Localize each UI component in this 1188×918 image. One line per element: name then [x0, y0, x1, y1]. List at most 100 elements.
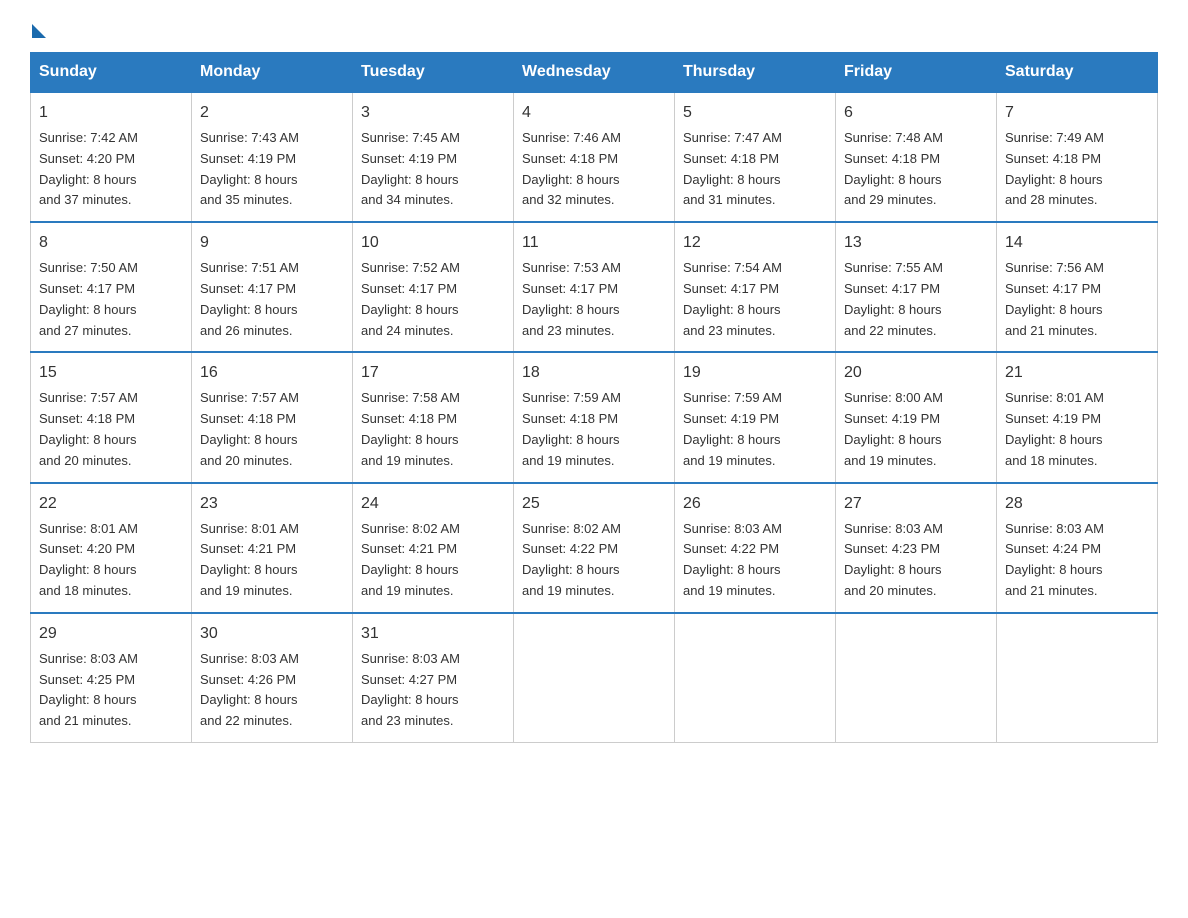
calendar-cell: 1 Sunrise: 7:42 AM Sunset: 4:20 PM Dayli…	[31, 92, 192, 222]
column-header-friday: Friday	[836, 53, 997, 93]
calendar-cell: 3 Sunrise: 7:45 AM Sunset: 4:19 PM Dayli…	[353, 92, 514, 222]
calendar-cell	[836, 613, 997, 743]
day-info: Sunrise: 7:42 AM Sunset: 4:20 PM Dayligh…	[39, 128, 183, 211]
day-number: 31	[361, 622, 505, 646]
calendar-cell: 20 Sunrise: 8:00 AM Sunset: 4:19 PM Dayl…	[836, 352, 997, 482]
day-info: Sunrise: 8:03 AM Sunset: 4:23 PM Dayligh…	[844, 519, 988, 602]
calendar-cell: 10 Sunrise: 7:52 AM Sunset: 4:17 PM Dayl…	[353, 222, 514, 352]
calendar-header-row: SundayMondayTuesdayWednesdayThursdayFrid…	[31, 53, 1158, 93]
calendar-cell	[997, 613, 1158, 743]
calendar-cell: 9 Sunrise: 7:51 AM Sunset: 4:17 PM Dayli…	[192, 222, 353, 352]
calendar-cell: 27 Sunrise: 8:03 AM Sunset: 4:23 PM Dayl…	[836, 483, 997, 613]
day-number: 3	[361, 101, 505, 125]
week-row-1: 1 Sunrise: 7:42 AM Sunset: 4:20 PM Dayli…	[31, 92, 1158, 222]
calendar-cell	[675, 613, 836, 743]
day-number: 20	[844, 361, 988, 385]
day-number: 15	[39, 361, 183, 385]
calendar-cell: 22 Sunrise: 8:01 AM Sunset: 4:20 PM Dayl…	[31, 483, 192, 613]
day-number: 13	[844, 231, 988, 255]
day-info: Sunrise: 8:03 AM Sunset: 4:25 PM Dayligh…	[39, 649, 183, 732]
day-number: 14	[1005, 231, 1149, 255]
column-header-monday: Monday	[192, 53, 353, 93]
day-number: 23	[200, 492, 344, 516]
day-number: 30	[200, 622, 344, 646]
day-number: 4	[522, 101, 666, 125]
day-info: Sunrise: 7:55 AM Sunset: 4:17 PM Dayligh…	[844, 258, 988, 341]
day-number: 1	[39, 101, 183, 125]
day-info: Sunrise: 7:54 AM Sunset: 4:17 PM Dayligh…	[683, 258, 827, 341]
calendar-cell: 16 Sunrise: 7:57 AM Sunset: 4:18 PM Dayl…	[192, 352, 353, 482]
day-info: Sunrise: 8:03 AM Sunset: 4:22 PM Dayligh…	[683, 519, 827, 602]
day-number: 21	[1005, 361, 1149, 385]
calendar-cell: 26 Sunrise: 8:03 AM Sunset: 4:22 PM Dayl…	[675, 483, 836, 613]
page-header	[30, 20, 1158, 32]
calendar-cell	[514, 613, 675, 743]
day-info: Sunrise: 8:03 AM Sunset: 4:26 PM Dayligh…	[200, 649, 344, 732]
column-header-thursday: Thursday	[675, 53, 836, 93]
week-row-2: 8 Sunrise: 7:50 AM Sunset: 4:17 PM Dayli…	[31, 222, 1158, 352]
calendar-cell: 19 Sunrise: 7:59 AM Sunset: 4:19 PM Dayl…	[675, 352, 836, 482]
day-number: 29	[39, 622, 183, 646]
calendar-cell: 8 Sunrise: 7:50 AM Sunset: 4:17 PM Dayli…	[31, 222, 192, 352]
day-info: Sunrise: 7:49 AM Sunset: 4:18 PM Dayligh…	[1005, 128, 1149, 211]
day-number: 19	[683, 361, 827, 385]
day-info: Sunrise: 7:48 AM Sunset: 4:18 PM Dayligh…	[844, 128, 988, 211]
day-number: 22	[39, 492, 183, 516]
day-number: 6	[844, 101, 988, 125]
calendar-cell: 5 Sunrise: 7:47 AM Sunset: 4:18 PM Dayli…	[675, 92, 836, 222]
calendar-cell: 6 Sunrise: 7:48 AM Sunset: 4:18 PM Dayli…	[836, 92, 997, 222]
day-number: 7	[1005, 101, 1149, 125]
calendar-cell: 15 Sunrise: 7:57 AM Sunset: 4:18 PM Dayl…	[31, 352, 192, 482]
day-info: Sunrise: 8:03 AM Sunset: 4:27 PM Dayligh…	[361, 649, 505, 732]
day-number: 17	[361, 361, 505, 385]
day-info: Sunrise: 7:59 AM Sunset: 4:19 PM Dayligh…	[683, 388, 827, 471]
calendar-cell: 24 Sunrise: 8:02 AM Sunset: 4:21 PM Dayl…	[353, 483, 514, 613]
day-number: 11	[522, 231, 666, 255]
day-info: Sunrise: 8:02 AM Sunset: 4:22 PM Dayligh…	[522, 519, 666, 602]
day-info: Sunrise: 7:43 AM Sunset: 4:19 PM Dayligh…	[200, 128, 344, 211]
week-row-4: 22 Sunrise: 8:01 AM Sunset: 4:20 PM Dayl…	[31, 483, 1158, 613]
day-number: 18	[522, 361, 666, 385]
day-info: Sunrise: 7:50 AM Sunset: 4:17 PM Dayligh…	[39, 258, 183, 341]
day-info: Sunrise: 7:57 AM Sunset: 4:18 PM Dayligh…	[200, 388, 344, 471]
calendar-cell: 11 Sunrise: 7:53 AM Sunset: 4:17 PM Dayl…	[514, 222, 675, 352]
calendar-cell: 31 Sunrise: 8:03 AM Sunset: 4:27 PM Dayl…	[353, 613, 514, 743]
day-info: Sunrise: 8:01 AM Sunset: 4:19 PM Dayligh…	[1005, 388, 1149, 471]
day-info: Sunrise: 8:03 AM Sunset: 4:24 PM Dayligh…	[1005, 519, 1149, 602]
calendar-cell: 17 Sunrise: 7:58 AM Sunset: 4:18 PM Dayl…	[353, 352, 514, 482]
day-info: Sunrise: 7:46 AM Sunset: 4:18 PM Dayligh…	[522, 128, 666, 211]
day-number: 27	[844, 492, 988, 516]
calendar-cell: 21 Sunrise: 8:01 AM Sunset: 4:19 PM Dayl…	[997, 352, 1158, 482]
calendar-cell: 7 Sunrise: 7:49 AM Sunset: 4:18 PM Dayli…	[997, 92, 1158, 222]
day-info: Sunrise: 8:01 AM Sunset: 4:21 PM Dayligh…	[200, 519, 344, 602]
calendar-cell: 23 Sunrise: 8:01 AM Sunset: 4:21 PM Dayl…	[192, 483, 353, 613]
day-info: Sunrise: 7:57 AM Sunset: 4:18 PM Dayligh…	[39, 388, 183, 471]
calendar-cell: 4 Sunrise: 7:46 AM Sunset: 4:18 PM Dayli…	[514, 92, 675, 222]
day-number: 2	[200, 101, 344, 125]
day-info: Sunrise: 8:02 AM Sunset: 4:21 PM Dayligh…	[361, 519, 505, 602]
day-info: Sunrise: 8:01 AM Sunset: 4:20 PM Dayligh…	[39, 519, 183, 602]
calendar-cell: 29 Sunrise: 8:03 AM Sunset: 4:25 PM Dayl…	[31, 613, 192, 743]
calendar-cell: 30 Sunrise: 8:03 AM Sunset: 4:26 PM Dayl…	[192, 613, 353, 743]
calendar-cell: 13 Sunrise: 7:55 AM Sunset: 4:17 PM Dayl…	[836, 222, 997, 352]
column-header-saturday: Saturday	[997, 53, 1158, 93]
day-info: Sunrise: 7:52 AM Sunset: 4:17 PM Dayligh…	[361, 258, 505, 341]
day-info: Sunrise: 7:58 AM Sunset: 4:18 PM Dayligh…	[361, 388, 505, 471]
day-info: Sunrise: 7:45 AM Sunset: 4:19 PM Dayligh…	[361, 128, 505, 211]
calendar-cell: 14 Sunrise: 7:56 AM Sunset: 4:17 PM Dayl…	[997, 222, 1158, 352]
week-row-5: 29 Sunrise: 8:03 AM Sunset: 4:25 PM Dayl…	[31, 613, 1158, 743]
logo	[30, 20, 46, 32]
day-number: 28	[1005, 492, 1149, 516]
calendar-cell: 25 Sunrise: 8:02 AM Sunset: 4:22 PM Dayl…	[514, 483, 675, 613]
day-number: 16	[200, 361, 344, 385]
calendar-cell: 2 Sunrise: 7:43 AM Sunset: 4:19 PM Dayli…	[192, 92, 353, 222]
calendar-cell: 28 Sunrise: 8:03 AM Sunset: 4:24 PM Dayl…	[997, 483, 1158, 613]
day-number: 5	[683, 101, 827, 125]
column-header-sunday: Sunday	[31, 53, 192, 93]
day-number: 10	[361, 231, 505, 255]
day-info: Sunrise: 7:59 AM Sunset: 4:18 PM Dayligh…	[522, 388, 666, 471]
day-info: Sunrise: 7:51 AM Sunset: 4:17 PM Dayligh…	[200, 258, 344, 341]
calendar-cell: 18 Sunrise: 7:59 AM Sunset: 4:18 PM Dayl…	[514, 352, 675, 482]
day-number: 25	[522, 492, 666, 516]
day-number: 9	[200, 231, 344, 255]
